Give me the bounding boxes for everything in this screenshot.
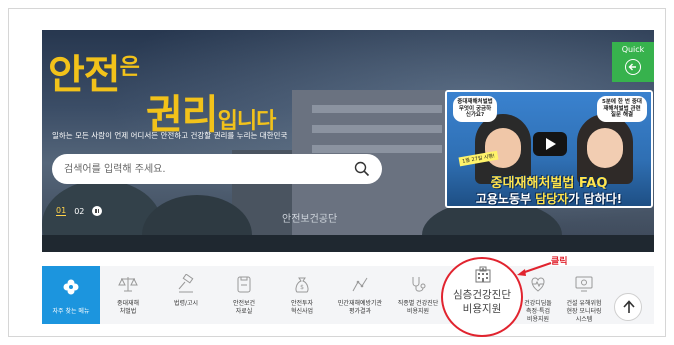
- favorite-menu-label: 자주 찾는 메뉴: [52, 308, 90, 315]
- money-bag-icon: $: [292, 274, 312, 294]
- hero-banner: 안전보건공단 안전은 권리입니다 일하는 모든 사람이 언제 어디서든 안전하고…: [42, 30, 654, 252]
- video-thumbnail[interactable]: 중대재해처벌법 무엇이 궁금하신가요? 5분에 한 번 중대재해처벌법 관련 질…: [445, 90, 653, 208]
- scroll-top-button[interactable]: [614, 293, 642, 321]
- favorite-menu-button[interactable]: 자주 찾는 메뉴: [42, 266, 100, 324]
- folder-icon: [234, 274, 254, 294]
- building-window-row: [312, 105, 442, 113]
- building-window-row: [312, 145, 442, 153]
- video-subtitle: 고용노동부 담당자가 답하다!: [447, 190, 651, 206]
- menu-item-occupational-health-exam[interactable]: 직종별 건강진단 비용지원: [390, 266, 446, 324]
- speech-bubble-left: 중대재해처벌법 무엇이 궁금하신가요?: [453, 96, 497, 122]
- search-input[interactable]: [64, 160, 344, 178]
- video-subtitle-part: 고용노동부: [475, 192, 536, 206]
- menu-item-in-depth-health-exam[interactable]: 심층건강진단 비용지원: [446, 262, 518, 332]
- headline-particle: 은: [119, 55, 140, 80]
- hero-subtitle: 일하는 모든 사람이 언제 어디서든 안전하고 건강할 권리를 누리는 대한민국: [52, 131, 288, 140]
- play-icon[interactable]: [533, 132, 567, 156]
- video-subtitle-part: 가 답하다!: [568, 192, 623, 206]
- menu-item-label: 중대재해 처벌법: [116, 300, 140, 316]
- pause-icon[interactable]: [92, 206, 103, 216]
- chart-icon: [350, 274, 370, 294]
- monitor-icon: [574, 274, 594, 294]
- menu-item-construction-monitoring[interactable]: 건설 유해위험 현장 모니터링 시스템: [556, 266, 612, 324]
- building-sign: 안전보건공단: [282, 214, 338, 225]
- menu-item-label: 안전투자 혁신사업: [290, 300, 314, 316]
- menu-item-label: 민간재해예방기관 평가결과: [337, 300, 383, 316]
- quick-label: Quick: [621, 45, 645, 54]
- menu-item-label: 법령/고시: [173, 300, 199, 307]
- scale-icon: [118, 274, 138, 294]
- menu-item-laws-notices[interactable]: 법령/고시: [158, 266, 214, 324]
- hospital-icon: [474, 266, 492, 284]
- menu-item-label: 안전보건 자료실: [232, 300, 256, 316]
- menu-item-serious-accident-law[interactable]: 중대재해 처벌법: [100, 266, 156, 324]
- video-subtitle-highlight: 담당자: [535, 192, 569, 206]
- headline-line-1: 안전은: [48, 42, 140, 100]
- arrow-left-icon: [625, 59, 641, 75]
- arrow-up-icon: [623, 300, 635, 313]
- video-title: 중대재해처벌법 FAQ: [490, 176, 608, 191]
- gavel-icon: [176, 273, 196, 294]
- search-box[interactable]: [52, 154, 382, 184]
- menu-item-label: 심층건강진단 비용지원: [453, 289, 511, 315]
- menu-item-safety-health-library[interactable]: 안전보건 자료실: [216, 266, 272, 324]
- menu-item-label: 직종별 건강진단 비용지원: [397, 300, 439, 316]
- presenter-right-face: [587, 128, 623, 168]
- ground: [42, 235, 654, 252]
- menu-item-private-agency-evaluation[interactable]: 민간재해예방기관 평가결과: [332, 266, 388, 324]
- pager-item-1[interactable]: 01: [56, 206, 67, 216]
- stethoscope-icon: [408, 274, 428, 294]
- arrow-annotation-icon: [517, 262, 552, 276]
- pager-item-2[interactable]: 02: [74, 207, 84, 216]
- slide-pager: 01 02: [56, 206, 103, 216]
- quick-menu-button[interactable]: Quick: [612, 42, 654, 82]
- menu-item-label: 건설 유해위험 현장 모니터링 시스템: [566, 300, 602, 324]
- headline-word-safety: 안전: [48, 52, 121, 98]
- speech-bubble-right: 5분에 한 번 중대재해처벌법 관련 질문 해결: [597, 96, 647, 122]
- menu-item-safety-investment[interactable]: $ 안전투자 혁신사업: [274, 266, 330, 324]
- search-icon[interactable]: [354, 161, 370, 177]
- pinwheel-icon: [62, 278, 80, 296]
- svg-text:$: $: [300, 284, 304, 291]
- building-window-row: [312, 125, 442, 133]
- presenter-left-face: [485, 128, 521, 168]
